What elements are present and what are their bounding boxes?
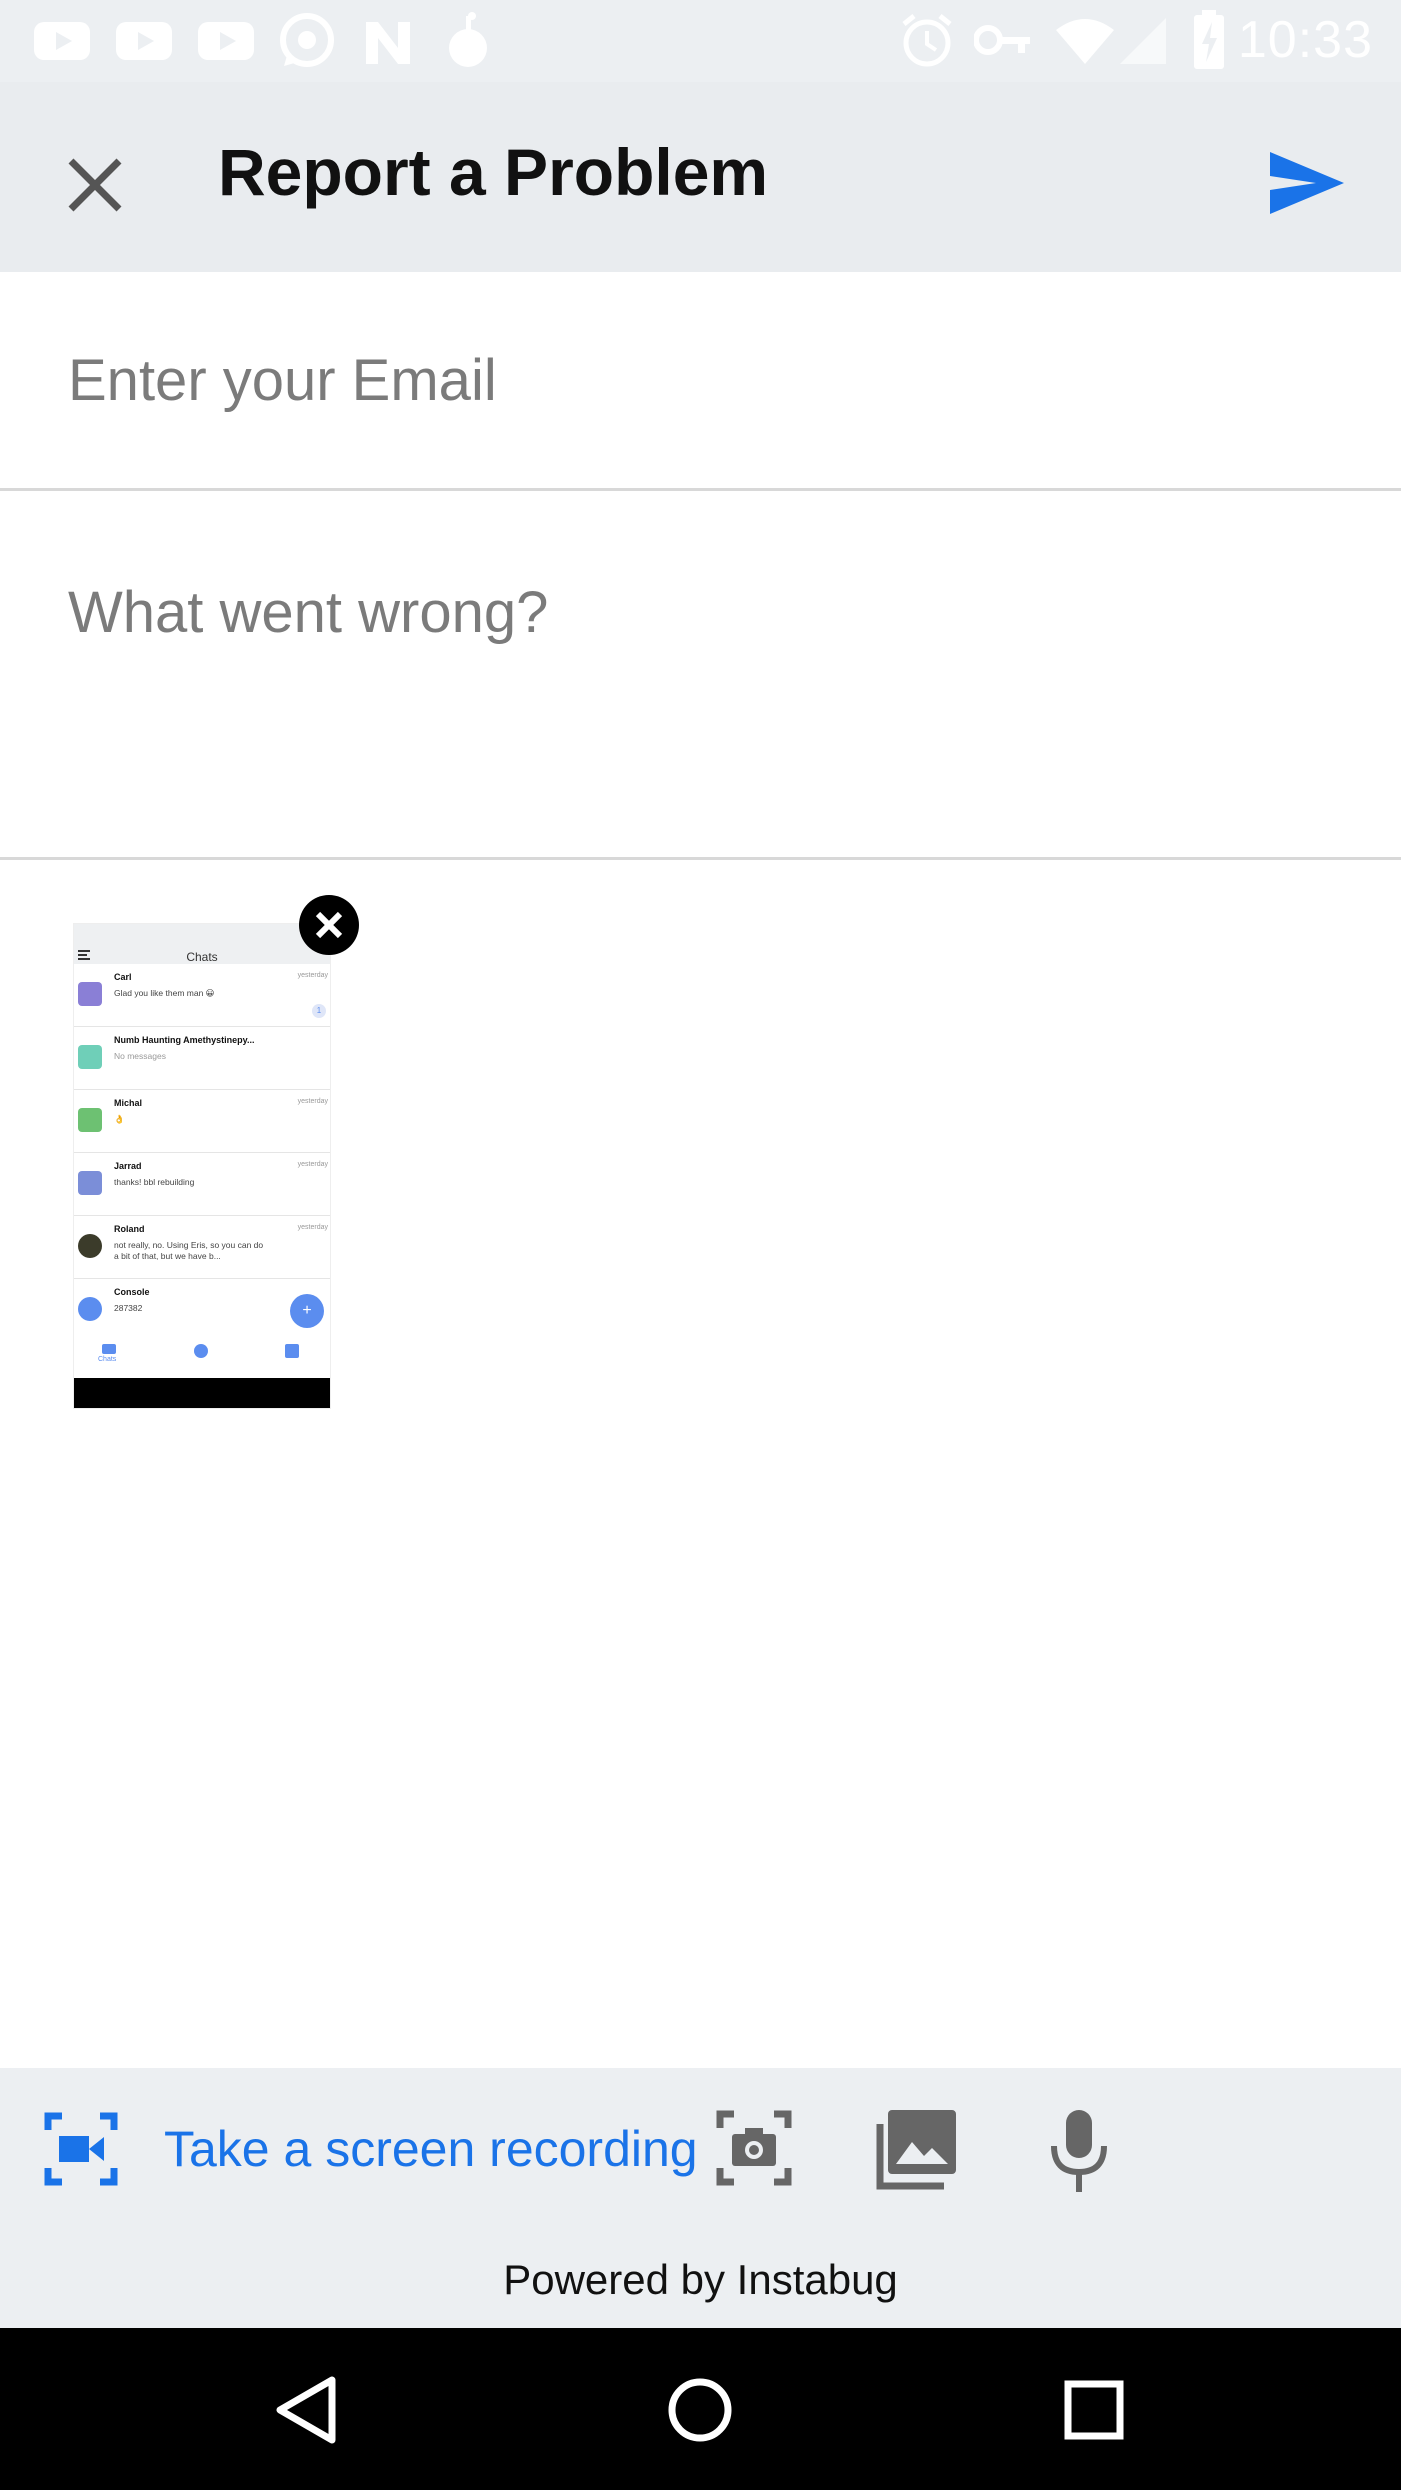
n-app-icon xyxy=(366,22,410,64)
close-button[interactable] xyxy=(55,145,135,225)
screen-record-button[interactable] xyxy=(44,2112,118,2186)
screenshot-attachment[interactable]: Chats Carl Glad you like them man 😀 yest… xyxy=(74,924,330,1408)
chat-time: yesterday xyxy=(297,972,328,979)
back-triangle-icon xyxy=(276,2376,336,2444)
list-item: Carl Glad you like them man 😀 yesterday … xyxy=(74,964,330,1027)
screenshot-icon xyxy=(716,2110,792,2186)
toolbar: Report a Problem xyxy=(0,82,1401,272)
list-item: Michal 👌 yesterday xyxy=(74,1090,330,1153)
status-bar: 10:33 xyxy=(0,0,1401,82)
chat-message: 👌 xyxy=(114,1114,125,1124)
new-chat-fab: + xyxy=(290,1294,324,1328)
youtube-icon xyxy=(116,22,172,60)
email-field[interactable] xyxy=(0,272,1401,491)
cellular-signal-icon xyxy=(1120,18,1166,64)
powered-by-label: Powered by Instabug xyxy=(503,2256,898,2303)
list-item: Roland not really, no. Using Eris, so yo… xyxy=(74,1216,330,1279)
thumb-nav-bar xyxy=(74,1378,330,1408)
microphone-icon xyxy=(1051,2110,1107,2192)
message-field[interactable] xyxy=(0,491,1401,860)
gallery-icon xyxy=(876,2110,956,2190)
chat-name: Numb Haunting Amethystinepy... xyxy=(114,1035,255,1045)
attachment-action-bar: Take a screen recording Powered by Insta… xyxy=(0,2068,1401,2328)
screen-record-label[interactable]: Take a screen recording xyxy=(164,2120,698,2178)
avatar xyxy=(78,982,102,1006)
youtube-icon xyxy=(198,22,254,60)
system-nav-bar xyxy=(0,2328,1401,2490)
send-button[interactable] xyxy=(1262,138,1352,228)
close-icon xyxy=(68,158,122,212)
chat-message: not really, no. Using Eris, so you can d… xyxy=(114,1240,264,1261)
chat-message: thanks! bbl rebuilding xyxy=(114,1177,195,1187)
thumb-bottom-nav: Chats xyxy=(74,1338,330,1378)
avatar xyxy=(78,1297,102,1321)
chat-time: yesterday xyxy=(297,1161,328,1168)
unread-badge: 1 xyxy=(312,1004,326,1018)
alarm-icon xyxy=(902,14,952,67)
list-item: Numb Haunting Amethystinepy... No messag… xyxy=(74,1027,330,1090)
profile-tab-icon xyxy=(285,1344,299,1358)
microphone-button[interactable] xyxy=(1046,2108,1112,2194)
screenshot-button[interactable] xyxy=(716,2110,792,2186)
wifi-icon xyxy=(1056,19,1114,64)
home-button[interactable] xyxy=(660,2370,740,2450)
chat-name: Michal xyxy=(114,1098,143,1108)
chats-tab-icon xyxy=(102,1344,116,1354)
youtube-icon xyxy=(34,22,90,60)
remove-attachment-button[interactable] xyxy=(299,895,359,955)
chat-name: Jarrad xyxy=(114,1161,142,1171)
recents-button[interactable] xyxy=(1054,2370,1134,2450)
avatar xyxy=(78,1171,102,1195)
back-button[interactable] xyxy=(268,2370,348,2450)
whatsapp-icon xyxy=(280,13,334,67)
chat-name: Carl xyxy=(114,972,132,982)
battery-charging-icon xyxy=(1194,10,1224,69)
chat-time: yesterday xyxy=(297,1098,328,1105)
explore-tab-icon xyxy=(194,1344,208,1358)
home-circle-icon xyxy=(668,2378,732,2442)
vpn-key-icon xyxy=(974,25,1030,55)
avatar xyxy=(78,1234,102,1258)
status-time: 10:33 xyxy=(1237,11,1373,69)
send-icon xyxy=(1270,152,1344,214)
close-icon xyxy=(315,911,343,939)
list-item: Jarrad thanks! bbl rebuilding yesterday xyxy=(74,1153,330,1216)
chat-message: 287382 xyxy=(114,1303,143,1313)
chats-tab-label: Chats xyxy=(98,1356,117,1363)
recents-square-icon xyxy=(1064,2380,1124,2440)
bomb-icon xyxy=(449,12,487,67)
chat-name: Roland xyxy=(114,1224,145,1234)
gallery-button[interactable] xyxy=(874,2108,958,2192)
chat-message: Glad you like them man 😀 xyxy=(114,988,215,998)
chat-message: No messages xyxy=(114,1051,166,1061)
chat-time: yesterday xyxy=(297,1224,328,1231)
thumb-title: Chats xyxy=(186,950,218,964)
avatar xyxy=(78,1108,102,1132)
screen-record-icon xyxy=(44,2112,118,2186)
avatar xyxy=(78,1045,102,1069)
thumb-header: Chats xyxy=(74,924,330,964)
chat-name: Console xyxy=(114,1287,150,1297)
page-title: Report a Problem xyxy=(218,135,769,209)
